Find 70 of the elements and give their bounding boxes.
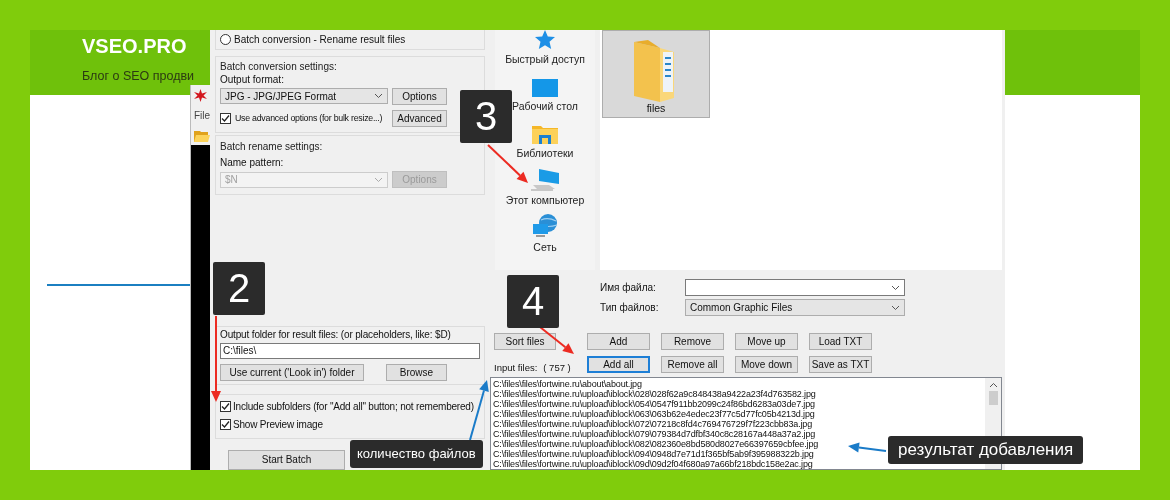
group-title: Batch rename settings:: [220, 140, 324, 154]
places-item[interactable]: Рабочий стол: [512, 77, 578, 113]
star-icon: [534, 30, 556, 50]
step-number: 4: [507, 275, 559, 328]
caret-icon: [891, 284, 900, 291]
list-button[interactable]: Add all: [587, 356, 650, 373]
field-label: Output format:: [220, 72, 285, 86]
places-item[interactable]: Быстрый доступ: [505, 30, 585, 66]
checkbox[interactable]: [220, 401, 231, 413]
callout-label: результат добавления: [888, 436, 1084, 464]
caret-icon: [374, 176, 383, 183]
pointer-arrow: [848, 442, 887, 453]
callout-label: количество файлов: [350, 440, 483, 468]
filetype-dropdown[interactable]: Common Graphic Files: [685, 299, 905, 316]
list-button[interactable]: Remove: [661, 333, 724, 350]
checkbox[interactable]: [220, 112, 231, 124]
scroll-up-icon[interactable]: [988, 382, 998, 388]
file-count: ( 757 ): [543, 362, 571, 373]
file-path[interactable]: C:\files\files\fortwine.ru\upload\iblock\054\0547f911bb2099c24f86bd6283a03de7.jpg: [493, 399, 815, 409]
scrollbar-thumb[interactable]: [988, 391, 998, 405]
step-number: 2: [213, 262, 265, 315]
folder-field[interactable]: C:\files\: [220, 342, 480, 359]
field-label: Имя файла:: [600, 282, 657, 293]
folder-button[interactable]: Use current ('Look in') folder: [220, 363, 364, 381]
file-path[interactable]: C:\files\files\fortwine.ru\upload\iblock\094\0948d7e71d1f365bf5ab9f395988322b.jpg: [493, 449, 814, 459]
list-label: Input files:: [494, 362, 538, 373]
field-label: Output folder for result files: (or placeholders, like: $D): [220, 327, 452, 341]
folder-item[interactable]: files: [602, 30, 710, 118]
monitor-icon: [532, 79, 558, 97]
file-path[interactable]: C:\files\files\fortwine.ru\about\about.jpg: [493, 379, 642, 389]
radio-label: Batch conversion - Rename result files: [234, 32, 406, 46]
checkbox-label: Show Preview image: [233, 419, 323, 431]
step-number: 3: [460, 90, 512, 143]
list-button[interactable]: Move down: [735, 356, 798, 373]
browse-button[interactable]: Browse: [386, 363, 447, 381]
checkbox-label: Include subfolders (for "Add all" button; not remembered): [233, 401, 474, 413]
site-tagline: Блог о SEO продви: [82, 68, 195, 84]
file-path[interactable]: C:\files\files\fortwine.ru\upload\iblock\063\063b62e4edec23f77c5d77fc05b4213d.jpg: [493, 409, 815, 419]
format-dropdown[interactable]: JPG - JPG/JPEG Format: [220, 88, 388, 105]
caret-icon: [374, 93, 383, 100]
file-path[interactable]: C:\files\files\fortwine.ru\upload\iblock\072\07218c8fd4c769476729f7f223cbb83a.jpg: [493, 419, 813, 429]
group-title: Batch conversion settings:: [220, 59, 338, 73]
radio-button[interactable]: [220, 33, 231, 45]
places-item[interactable]: Библиотеки: [516, 124, 574, 160]
list-button[interactable]: Sort files: [494, 333, 556, 350]
app-icon: [194, 88, 207, 102]
list-button[interactable]: Save as TXT: [809, 356, 872, 373]
list-button[interactable]: Move up: [735, 333, 798, 350]
field-label: Name pattern:: [220, 156, 285, 170]
menu-item[interactable]: File: [194, 109, 211, 121]
file-path[interactable]: C:\files\files\fortwine.ru\upload\iblock\028\028f62a9c848438a9422a23f4d763582.jpg: [493, 389, 816, 399]
caret-icon: [891, 304, 900, 311]
library-folder-icon: [532, 124, 558, 144]
network-icon: [532, 214, 558, 238]
list-button[interactable]: Remove all: [661, 356, 724, 373]
advanced-button[interactable]: Advanced: [392, 109, 447, 127]
start-button[interactable]: Start Batch: [228, 450, 345, 470]
options-button[interactable]: Options: [392, 87, 447, 105]
computer-icon: [531, 169, 559, 191]
list-button[interactable]: Add: [587, 333, 650, 350]
list-button[interactable]: Load TXT: [809, 333, 872, 350]
file-path[interactable]: C:\files\files\fortwine.ru\upload\iblock\079\079384d7dfbf340c8c28167a448a37a2.jpg: [493, 429, 816, 439]
checkbox-label: Use advanced options (for bulk resize...): [235, 111, 383, 125]
places-item[interactable]: Сеть: [532, 218, 558, 254]
filename-field[interactable]: [685, 279, 905, 296]
file-path[interactable]: C:\files\files\fortwine.ru\upload\iblock\082\082360e8bd580d8027e66397659cbfee.jpg: [493, 439, 819, 449]
checkbox[interactable]: [220, 419, 231, 431]
field-label: Тип файлов:: [600, 302, 660, 313]
places-item[interactable]: Этот компьютер: [505, 171, 585, 207]
file-path[interactable]: C:\files\files\fortwine.ru\upload\iblock\09d\09d2f04f680a97a66bf218bdc158e2ac.jpg: [493, 459, 813, 469]
